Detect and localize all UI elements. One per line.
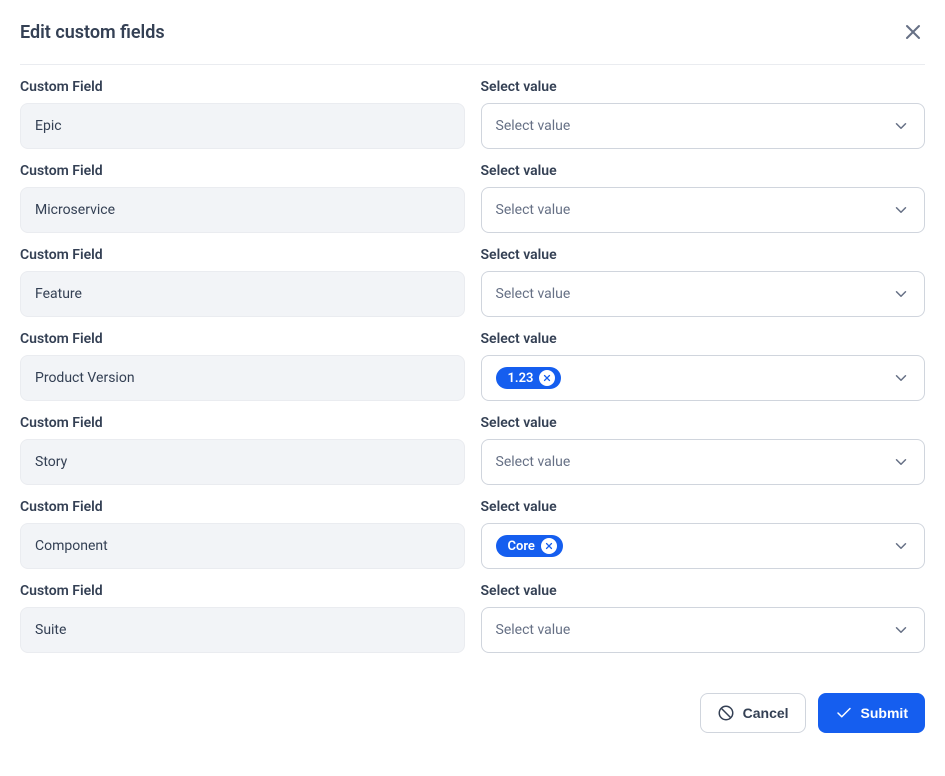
field-row: Custom Field Feature Select value Select…: [20, 247, 925, 317]
chip-remove-button[interactable]: [541, 538, 557, 554]
custom-field-value: Product Version: [20, 355, 465, 401]
custom-field-value: Feature: [20, 271, 465, 317]
value-chip: Core: [496, 535, 563, 557]
close-button[interactable]: [901, 20, 925, 44]
select-placeholder: Select value: [496, 202, 571, 218]
select-value-input[interactable]: Select value: [481, 187, 926, 233]
close-icon: [542, 373, 552, 383]
custom-field-label: Custom Field: [20, 247, 465, 263]
close-icon: [901, 20, 925, 44]
chevron-down-icon: [892, 117, 910, 135]
close-icon: [544, 541, 554, 551]
cancel-label: Cancel: [743, 705, 789, 721]
select-value-label: Select value: [481, 415, 926, 431]
select-placeholder: Select value: [496, 622, 571, 638]
custom-field-label: Custom Field: [20, 331, 465, 347]
dialog-footer: Cancel Submit: [20, 693, 925, 733]
field-row: Custom Field Product Version Select valu…: [20, 331, 925, 401]
select-value-input[interactable]: 1.23: [481, 355, 926, 401]
select-value-label: Select value: [481, 79, 926, 95]
submit-button[interactable]: Submit: [818, 693, 925, 733]
field-row: Custom Field Component Select value Core: [20, 499, 925, 569]
custom-field-value: Epic: [20, 103, 465, 149]
chevron-down-icon: [892, 453, 910, 471]
select-value-label: Select value: [481, 247, 926, 263]
select-value-input[interactable]: Select value: [481, 271, 926, 317]
check-icon: [835, 704, 853, 722]
field-rows: Custom Field Epic Select value Select va…: [20, 79, 925, 653]
select-value-input[interactable]: Core: [481, 523, 926, 569]
chip-label: 1.23: [508, 371, 534, 386]
custom-field-label: Custom Field: [20, 415, 465, 431]
field-row: Custom Field Suite Select value Select v…: [20, 583, 925, 653]
dialog-title: Edit custom fields: [20, 22, 165, 43]
field-row: Custom Field Story Select value Select v…: [20, 415, 925, 485]
chip-remove-button[interactable]: [539, 370, 555, 386]
select-value-input[interactable]: Select value: [481, 103, 926, 149]
value-chip: 1.23: [496, 367, 562, 389]
custom-field-value: Component: [20, 523, 465, 569]
custom-field-label: Custom Field: [20, 79, 465, 95]
cancel-button[interactable]: Cancel: [700, 693, 806, 733]
chevron-down-icon: [892, 537, 910, 555]
cancel-icon: [717, 704, 735, 722]
custom-field-value: Microservice: [20, 187, 465, 233]
chevron-down-icon: [892, 285, 910, 303]
chevron-down-icon: [892, 369, 910, 387]
custom-field-value: Story: [20, 439, 465, 485]
select-value-label: Select value: [481, 163, 926, 179]
select-value-label: Select value: [481, 331, 926, 347]
select-placeholder: Select value: [496, 454, 571, 470]
submit-label: Submit: [861, 705, 908, 721]
custom-field-label: Custom Field: [20, 583, 465, 599]
select-value-input[interactable]: Select value: [481, 439, 926, 485]
chevron-down-icon: [892, 621, 910, 639]
select-value-label: Select value: [481, 499, 926, 515]
chip-label: Core: [508, 539, 535, 554]
field-row: Custom Field Epic Select value Select va…: [20, 79, 925, 149]
select-value-input[interactable]: Select value: [481, 607, 926, 653]
select-placeholder: Select value: [496, 118, 571, 134]
field-row: Custom Field Microservice Select value S…: [20, 163, 925, 233]
select-value-label: Select value: [481, 583, 926, 599]
select-placeholder: Select value: [496, 286, 571, 302]
custom-field-label: Custom Field: [20, 499, 465, 515]
custom-field-label: Custom Field: [20, 163, 465, 179]
custom-field-value: Suite: [20, 607, 465, 653]
chevron-down-icon: [892, 201, 910, 219]
